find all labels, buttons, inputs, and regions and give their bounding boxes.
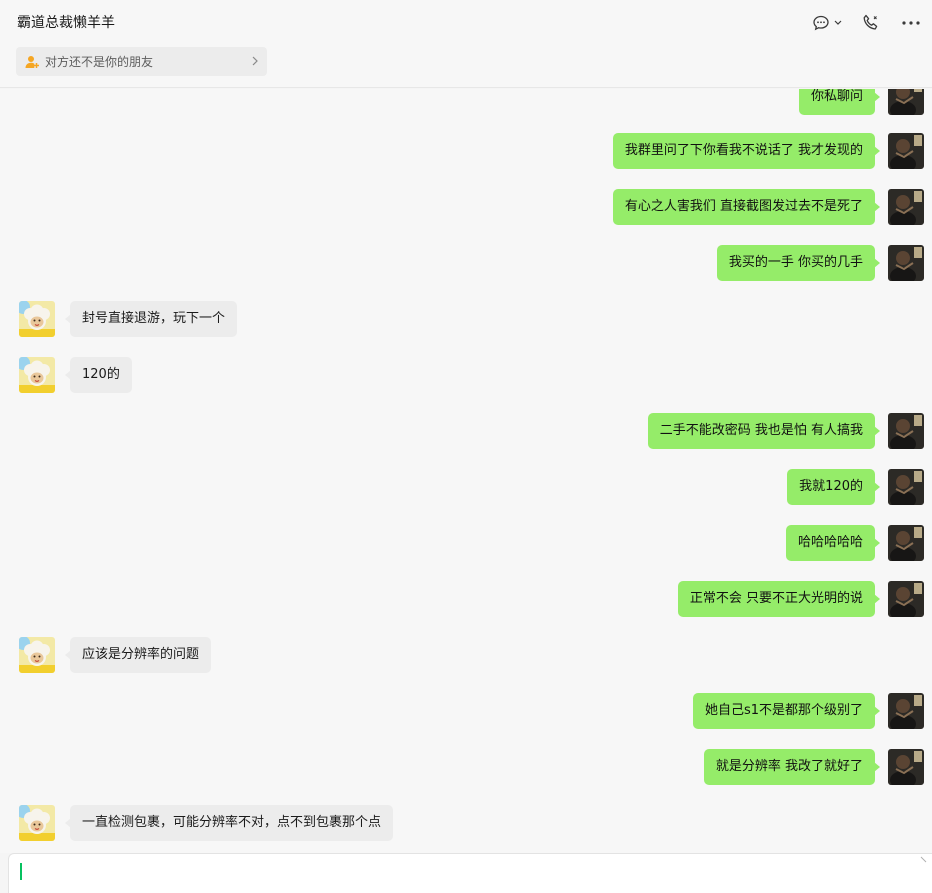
message-bubble[interactable]: 她自己s1不是都那个级别了 xyxy=(692,693,881,729)
my-avatar[interactable] xyxy=(888,749,924,785)
message-bubble[interactable]: 120的 xyxy=(65,357,132,393)
my-avatar-image xyxy=(888,525,924,561)
message-bubble[interactable]: 封号直接退游，玩下一个 xyxy=(64,301,238,337)
sheep-avatar-image xyxy=(19,357,55,393)
my-avatar-image xyxy=(888,245,924,281)
more-button[interactable] xyxy=(896,10,926,36)
sheep-avatar-image xyxy=(19,301,55,337)
add-contact-icon xyxy=(25,55,39,68)
my-avatar-image xyxy=(888,581,924,617)
message-bubble[interactable]: 正常不会 只要不正大光明的说 xyxy=(677,581,881,617)
my-avatar[interactable] xyxy=(888,133,924,169)
my-avatar[interactable] xyxy=(888,469,924,505)
my-avatar-image xyxy=(888,749,924,785)
my-avatar[interactable] xyxy=(888,413,924,449)
my-avatar-image xyxy=(888,469,924,505)
header-actions xyxy=(808,10,926,36)
message-received: 封号直接退游，玩下一个 xyxy=(0,301,932,337)
my-avatar[interactable] xyxy=(888,89,924,115)
chat-options-button[interactable] xyxy=(808,10,846,36)
my-avatar-image xyxy=(888,89,924,115)
resize-handle-icon[interactable] xyxy=(919,856,929,866)
message-bubble[interactable]: 应该是分辨率的问题 xyxy=(64,637,212,673)
message-bubble[interactable]: 一直检测包裹，可能分辨率不对，点不到包裹那个点 xyxy=(64,805,394,841)
my-avatar-image xyxy=(888,413,924,449)
contact-avatar[interactable] xyxy=(19,301,55,337)
message-bubble[interactable]: 哈哈哈哈哈 xyxy=(785,525,881,561)
message-bubble[interactable]: 我就120的 xyxy=(787,469,880,505)
stranger-notice[interactable]: 对方还不是你的朋友 xyxy=(16,47,267,76)
contact-avatar[interactable] xyxy=(19,357,55,393)
message-bubble[interactable]: 你私聊问 xyxy=(798,89,881,115)
message-bubble[interactable]: 就是分辨率 我改了就好了 xyxy=(703,749,881,785)
message-sent: 我群里问了下你看我不说话了 我才发现的 xyxy=(0,133,932,169)
phone-icon xyxy=(863,14,878,30)
my-avatar[interactable] xyxy=(888,525,924,561)
message-sent: 我就120的 xyxy=(0,469,932,505)
message-bubble[interactable]: 我买的一手 你买的几手 xyxy=(716,245,881,281)
my-avatar[interactable] xyxy=(888,581,924,617)
my-avatar[interactable] xyxy=(888,189,924,225)
chat-bubble-icon xyxy=(813,15,842,31)
voice-call-button[interactable] xyxy=(856,10,886,36)
sheep-avatar-image xyxy=(19,637,55,673)
my-avatar[interactable] xyxy=(888,693,924,729)
message-sent: 我买的一手 你买的几手 xyxy=(0,245,932,281)
message-sent: 她自己s1不是都那个级别了 xyxy=(0,693,932,729)
sheep-avatar-image xyxy=(19,805,55,841)
my-avatar-image xyxy=(888,189,924,225)
message-input[interactable] xyxy=(8,853,932,893)
message-sent: 二手不能改密码 我也是怕 有人搞我 xyxy=(0,413,932,449)
message-sent: 哈哈哈哈哈 xyxy=(0,525,932,561)
notice-text: 对方还不是你的朋友 xyxy=(45,55,154,69)
text-caret xyxy=(20,863,22,880)
message-sent: 你私聊问 xyxy=(0,89,932,115)
message-received: 120的 xyxy=(0,357,932,393)
chat-header: 霸道总裁懒羊羊 对方还不是你的朋友 xyxy=(0,0,932,88)
contact-avatar[interactable] xyxy=(19,637,55,673)
message-list[interactable]: 你私聊问 我群里问了下你看我不说话了 我才发现的 有心之人害我们 直接截图发过去… xyxy=(0,89,932,853)
message-sent: 有心之人害我们 直接截图发过去不是死了 xyxy=(0,189,932,225)
message-bubble[interactable]: 我群里问了下你看我不说话了 我才发现的 xyxy=(612,133,881,169)
my-avatar[interactable] xyxy=(888,245,924,281)
message-received: 应该是分辨率的问题 xyxy=(0,637,932,673)
chevron-right-icon xyxy=(252,56,258,66)
chat-title: 霸道总裁懒羊羊 xyxy=(17,15,115,31)
my-avatar-image xyxy=(888,693,924,729)
message-bubble[interactable]: 二手不能改密码 我也是怕 有人搞我 xyxy=(647,413,881,449)
more-icon xyxy=(902,21,920,25)
contact-avatar[interactable] xyxy=(19,805,55,841)
message-bubble[interactable]: 有心之人害我们 直接截图发过去不是死了 xyxy=(612,189,881,225)
message-sent: 就是分辨率 我改了就好了 xyxy=(0,749,932,785)
message-received: 一直检测包裹，可能分辨率不对，点不到包裹那个点 xyxy=(0,805,932,841)
my-avatar-image xyxy=(888,133,924,169)
message-sent: 正常不会 只要不正大光明的说 xyxy=(0,581,932,617)
